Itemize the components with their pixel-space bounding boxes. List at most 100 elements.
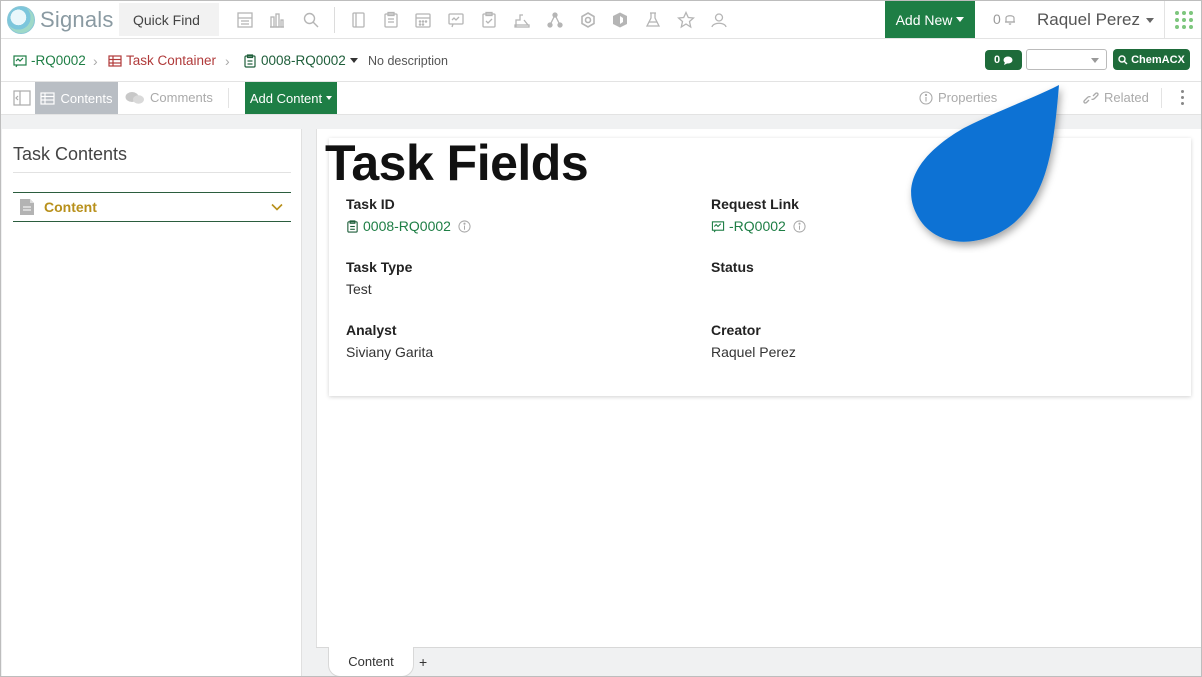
task-icon bbox=[244, 53, 256, 68]
task-type-field: Task Type Test bbox=[346, 259, 412, 297]
analyst-field: Analyst Siviany Garita bbox=[346, 322, 433, 360]
panel-toggle-icon[interactable] bbox=[13, 90, 31, 106]
toolbar-divider bbox=[334, 7, 335, 33]
comment-count: 0 bbox=[993, 54, 1001, 66]
add-content-button[interactable]: Add Content bbox=[245, 82, 337, 114]
star-icon[interactable] bbox=[677, 11, 695, 29]
breadcrumb-task[interactable]: 0008-RQ0002 bbox=[243, 53, 358, 68]
request-icon bbox=[711, 220, 725, 232]
signals-logo[interactable]: Signals bbox=[7, 4, 114, 36]
task-id-value: 0008-RQ0002 bbox=[363, 218, 451, 234]
search-icon[interactable] bbox=[302, 11, 320, 29]
notebook-icon[interactable] bbox=[349, 11, 367, 29]
status-field: Status bbox=[711, 259, 754, 281]
network-icon[interactable] bbox=[546, 11, 564, 29]
creator-value: Raquel Perez bbox=[711, 344, 796, 360]
chemacx-button[interactable]: ChemACX bbox=[1113, 49, 1190, 70]
clipboard-icon[interactable] bbox=[382, 11, 400, 29]
task-contents-panel: Task Contents Content bbox=[2, 129, 302, 676]
chevron-down-icon[interactable] bbox=[271, 201, 283, 213]
request-icon[interactable] bbox=[447, 11, 465, 29]
chevron-right-icon: › bbox=[93, 53, 98, 69]
bell-icon bbox=[1004, 15, 1015, 25]
tab-contents[interactable]: Contents bbox=[35, 82, 118, 114]
info-icon[interactable] bbox=[793, 219, 806, 233]
caret-down-icon bbox=[1146, 17, 1155, 23]
speech-bubble-icon bbox=[1003, 56, 1013, 65]
lab-instrument-icon[interactable] bbox=[513, 11, 531, 29]
task-id-field: Task ID 0008-RQ0002 bbox=[346, 196, 471, 234]
caret-down-icon bbox=[1091, 58, 1099, 63]
table-icon bbox=[40, 91, 56, 105]
caret-down-icon bbox=[349, 58, 358, 63]
quick-find-button[interactable]: Quick Find bbox=[119, 3, 219, 36]
caret-down-icon bbox=[326, 96, 333, 100]
content-section-label: Content bbox=[44, 199, 97, 215]
field-label: Creator bbox=[711, 322, 761, 338]
add-tab-button[interactable]: + bbox=[419, 654, 427, 670]
droplet-overlay-shape bbox=[911, 85, 1059, 242]
field-label: Task ID bbox=[346, 196, 395, 212]
user-menu[interactable]: Raquel Perez bbox=[1037, 10, 1155, 30]
notification-count: 0 bbox=[993, 11, 1001, 27]
field-label: Status bbox=[711, 259, 754, 275]
bar-chart-icon[interactable] bbox=[268, 11, 286, 29]
document-icon bbox=[20, 199, 34, 215]
request-link[interactable]: -RQ0002 bbox=[711, 218, 806, 234]
panel-title: Task Contents bbox=[13, 144, 128, 164]
calendar-icon[interactable] bbox=[414, 11, 432, 29]
field-label: Request Link bbox=[711, 196, 799, 212]
tab-comments[interactable]: Comments bbox=[125, 90, 213, 105]
app-launcher-icon[interactable] bbox=[1164, 1, 1201, 38]
more-options-icon[interactable] bbox=[1181, 90, 1185, 105]
tab-contents-label: Contents bbox=[60, 90, 113, 106]
tab-comments-label: Comments bbox=[150, 90, 213, 105]
flask-icon[interactable] bbox=[644, 11, 662, 29]
analyst-value: Siviany Garita bbox=[346, 344, 434, 360]
content-section-item[interactable]: Content bbox=[13, 192, 291, 222]
dashboard-icon[interactable] bbox=[236, 11, 254, 29]
info-icon[interactable] bbox=[458, 219, 471, 233]
breadcrumb-request[interactable]: -RQ0002 bbox=[13, 53, 86, 68]
user-name: Raquel Perez bbox=[1037, 10, 1141, 29]
field-label: Analyst bbox=[346, 322, 397, 338]
chevron-right-icon: › bbox=[225, 53, 230, 69]
comments-icon bbox=[125, 91, 144, 104]
caret-down-icon bbox=[956, 17, 965, 22]
request-icon bbox=[13, 54, 27, 67]
app-window: Signals Quick Find Add New 0 Raquel Pere… bbox=[0, 0, 1202, 677]
description-text: No description bbox=[368, 54, 448, 68]
related-label: Related bbox=[1104, 90, 1149, 105]
table-icon bbox=[108, 54, 122, 67]
app-name: Signals bbox=[40, 7, 114, 32]
breadcrumb: -RQ0002 › Task Container › 0008-RQ0002 N… bbox=[1, 39, 1201, 82]
request-link-value: -RQ0002 bbox=[729, 218, 786, 234]
breadcrumb-task-container[interactable]: Task Container bbox=[108, 53, 216, 68]
user-group-icon[interactable] bbox=[710, 11, 728, 29]
creator-field: Creator Raquel Perez bbox=[711, 322, 796, 360]
task-id-link[interactable]: 0008-RQ0002 bbox=[346, 218, 471, 234]
toolbar-divider bbox=[228, 88, 229, 108]
breadcrumb-container-label: Task Container bbox=[126, 53, 217, 68]
breadcrumb-task-label: 0008-RQ0002 bbox=[261, 53, 346, 68]
notifications-button[interactable]: 0 bbox=[993, 11, 1017, 27]
request-link-field: Request Link -RQ0002 bbox=[711, 196, 806, 234]
bottom-tab-bar: Content + bbox=[316, 647, 1201, 676]
chemacx-label: ChemACX bbox=[1131, 53, 1185, 66]
task-icon[interactable] bbox=[480, 11, 498, 29]
panel-divider bbox=[13, 172, 291, 173]
compound-icon[interactable] bbox=[579, 11, 597, 29]
card-title: Task Fields bbox=[325, 135, 589, 191]
tab-content[interactable]: Content bbox=[328, 647, 414, 676]
signals-logo-icon bbox=[7, 6, 35, 34]
comments-count-button[interactable]: 0 bbox=[985, 50, 1022, 70]
material-icon[interactable] bbox=[611, 11, 629, 29]
add-new-label: Add New bbox=[895, 11, 953, 28]
toolbar-divider bbox=[1161, 88, 1162, 108]
search-scope-select[interactable] bbox=[1026, 49, 1107, 70]
add-new-button[interactable]: Add New bbox=[885, 1, 975, 38]
add-content-label: Add Content bbox=[249, 90, 323, 106]
related-button[interactable]: Related bbox=[1083, 90, 1149, 105]
field-label: Task Type bbox=[346, 259, 413, 275]
search-icon bbox=[1118, 54, 1128, 64]
